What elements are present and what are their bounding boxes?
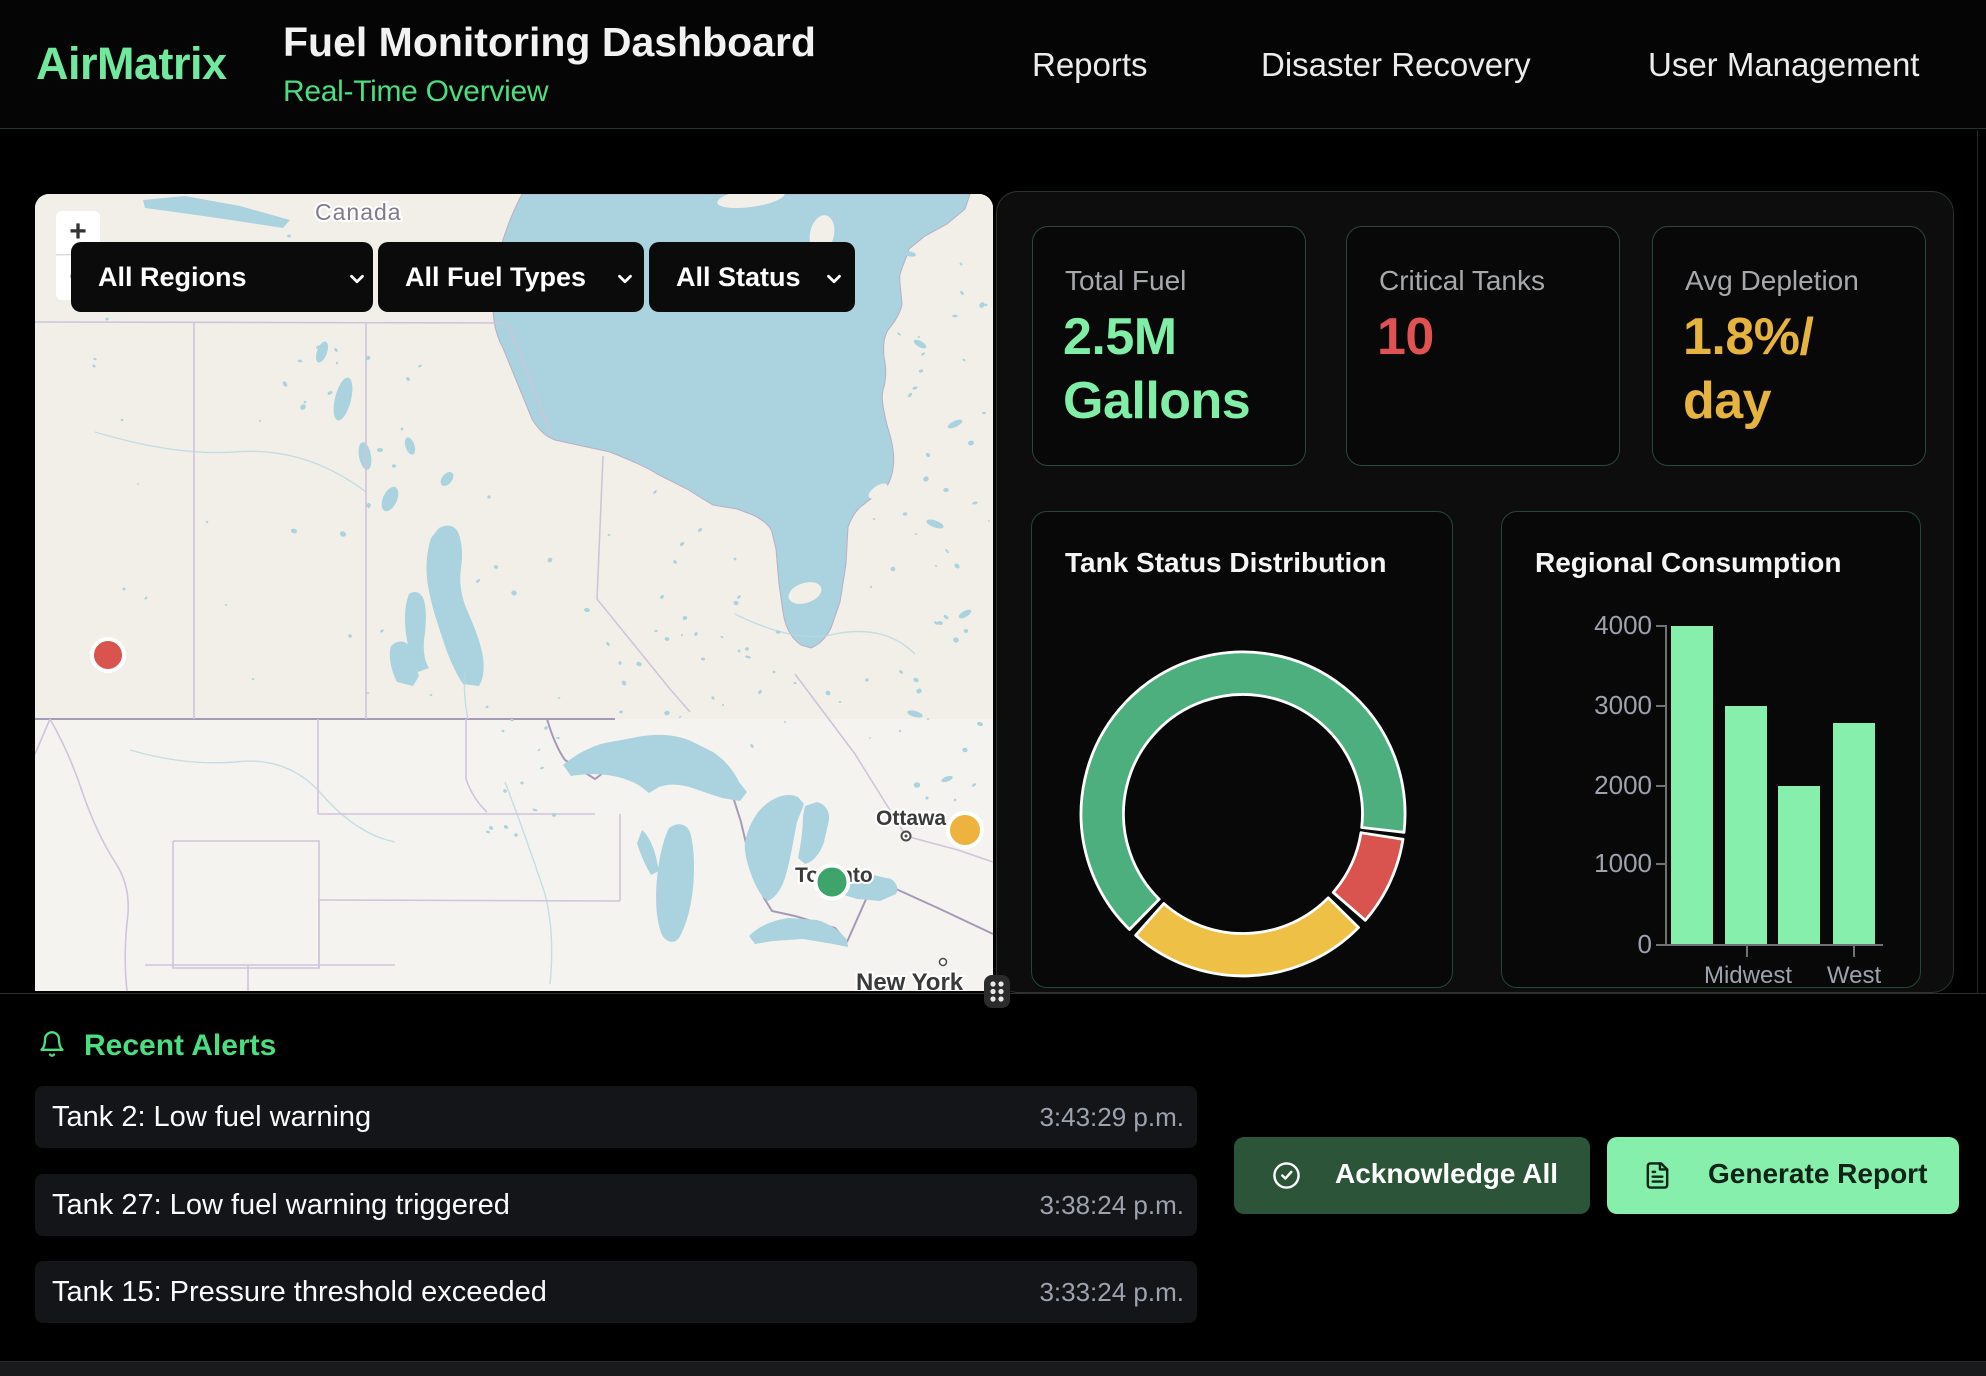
svg-text:Canada: Canada [315,199,402,225]
svg-text:New York: New York [856,969,964,991]
svg-text:0: 0 [1638,929,1652,959]
svg-text:3000: 3000 [1594,690,1652,720]
svg-text:Midwest: Midwest [1704,962,1792,988]
svg-text:4000: 4000 [1594,610,1652,640]
svg-text:2000: 2000 [1594,770,1652,800]
svg-text:Ottawa: Ottawa [876,807,946,830]
svg-text:West: West [1827,962,1882,988]
svg-text:1000: 1000 [1594,848,1652,878]
